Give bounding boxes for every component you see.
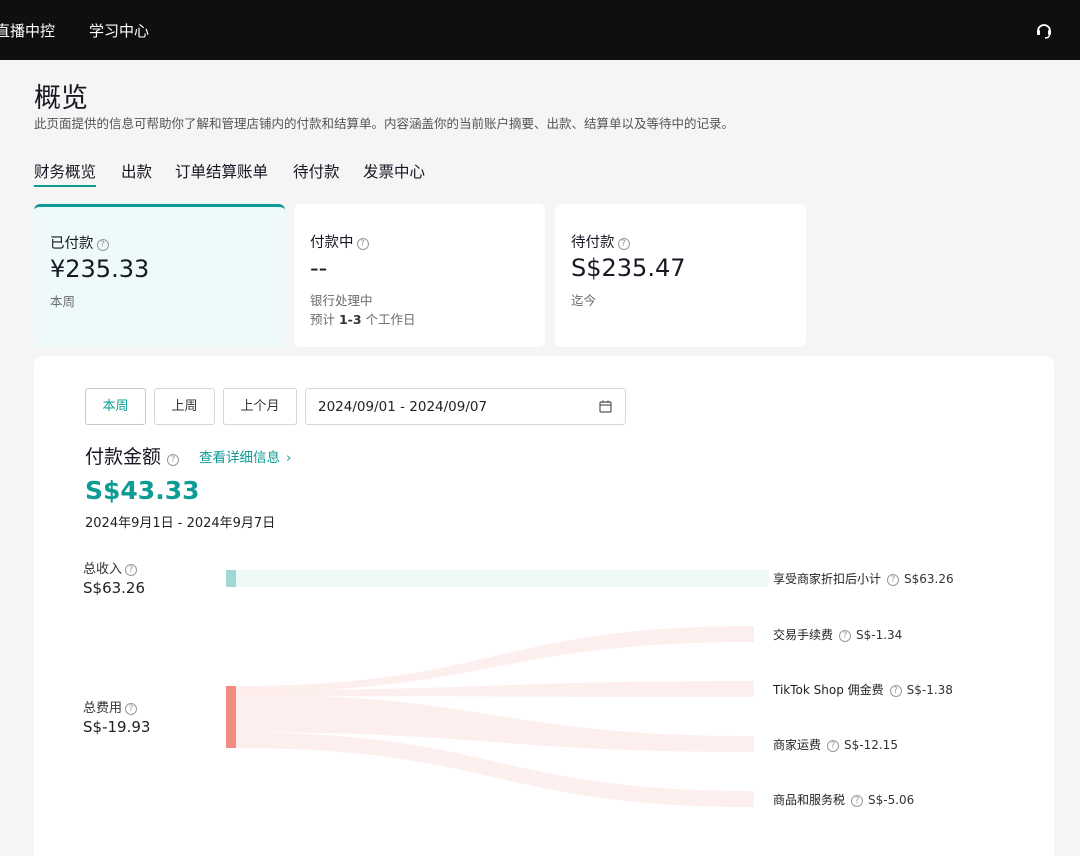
flow-income-subtotal xyxy=(236,570,769,587)
eta-days: 1-3 xyxy=(338,312,362,327)
flow-label-value: S$-5.06 xyxy=(868,793,915,807)
card-label: 付款中 xyxy=(310,235,354,251)
card-value: S$235.47 xyxy=(571,254,686,282)
help-icon[interactable]: ? xyxy=(839,630,852,642)
page-description: 此页面提供的信息可帮助你了解和管理店铺内的付款和结算单。内容涵盖你的当前账户摘要… xyxy=(34,116,735,131)
flow-label-text: 商品和服务税 xyxy=(773,793,846,807)
help-icon[interactable]: ? xyxy=(851,795,864,807)
tab-order-statements[interactable]: 订单结算账单 xyxy=(175,160,268,182)
flow-label-value: S$-1.34 xyxy=(856,628,903,642)
help-icon[interactable]: ? xyxy=(617,238,630,250)
page-title: 概览 xyxy=(34,83,88,114)
nav-live-control[interactable]: 直播中控 xyxy=(0,20,55,41)
expense-node-bar xyxy=(226,686,236,748)
flow-label-text: TikTok Shop 佣金费 xyxy=(773,683,884,697)
help-icon[interactable]: ? xyxy=(356,238,369,250)
flow-label-3: 商家运费? S$-12.15 xyxy=(773,736,898,753)
flow-label-text: 享受商家折扣后小计 xyxy=(773,572,882,586)
card-label: 待付款 xyxy=(571,235,615,251)
flow-label-4: 商品和服务税? S$-5.06 xyxy=(773,791,914,808)
card-label: 已付款 xyxy=(50,236,94,252)
card-subtext: 银行处理中 xyxy=(310,293,373,308)
flow-label-text: 交易手续费 xyxy=(773,628,834,642)
card-value: -- xyxy=(310,254,328,282)
flow-label-value: S$63.26 xyxy=(904,572,954,586)
eta-suffix: 个工作日 xyxy=(361,312,416,327)
flow-label-value: S$-12.15 xyxy=(844,738,898,752)
card-subtext: 本周 xyxy=(50,294,76,309)
tab-pending-payment[interactable]: 待付款 xyxy=(293,160,340,182)
card-subtext: 迄今 xyxy=(571,293,597,308)
help-icon[interactable]: ? xyxy=(96,239,109,251)
flow-label-1: 交易手续费? S$-1.34 xyxy=(773,626,902,643)
card-pending[interactable]: 待付款? S$235.47 迄今 xyxy=(555,204,806,347)
income-node-bar xyxy=(226,570,236,587)
help-icon[interactable]: ? xyxy=(887,574,900,586)
eta-prefix: 预计 xyxy=(310,312,339,327)
flow-label-0: 享受商家折扣后小计? S$63.26 xyxy=(773,570,954,587)
card-processing[interactable]: 付款中? -- 银行处理中 预计 1-3 个工作日 xyxy=(294,204,545,347)
tab-payouts[interactable]: 出款 xyxy=(121,160,152,182)
card-paid[interactable]: 已付款? ¥235.33 本周 xyxy=(34,204,285,347)
sankey-diagram xyxy=(226,570,769,807)
headset-icon[interactable] xyxy=(1034,20,1054,40)
flow-label-2: TikTok Shop 佣金费? S$-1.38 xyxy=(773,681,953,698)
flow-label-text: 商家运费 xyxy=(773,738,822,752)
help-icon[interactable]: ? xyxy=(889,685,902,697)
payment-panel: 本周 上周 上个月 2024/09/01 - 2024/09/07 付款金额? … xyxy=(34,356,1054,856)
top-nav-bar: 直播中控 学习中心 xyxy=(0,0,1080,60)
help-icon[interactable]: ? xyxy=(827,740,840,752)
card-value: ¥235.33 xyxy=(50,255,150,283)
tab-finance-overview[interactable]: 财务概览 xyxy=(34,160,97,187)
nav-learning-center[interactable]: 学习中心 xyxy=(89,20,149,41)
tab-invoice-center[interactable]: 发票中心 xyxy=(363,160,425,182)
flow-label-value: S$-1.38 xyxy=(906,683,953,697)
card-eta: 预计 1-3 个工作日 xyxy=(310,309,416,328)
